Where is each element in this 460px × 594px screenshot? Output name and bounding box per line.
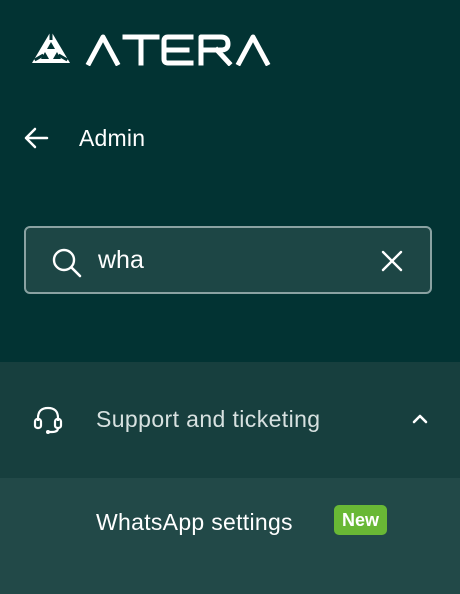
chevron-up-icon[interactable]: [410, 411, 430, 427]
new-badge: New: [334, 505, 388, 535]
search-icon: [52, 248, 82, 278]
section-title: Support and ticketing: [96, 406, 321, 432]
admin-sidebar: Admin Support and ticketing WhatsApp set…: [0, 0, 460, 594]
headset-icon: [33, 406, 63, 434]
search-input[interactable]: [98, 242, 368, 278]
back-to-admin-button[interactable]: Admin: [22, 118, 145, 158]
close-icon[interactable]: [381, 250, 403, 272]
arrow-left-icon: [22, 124, 50, 152]
menu-item-whatsapp-settings[interactable]: WhatsApp settings New: [0, 478, 460, 594]
search-box: [24, 226, 432, 294]
back-label: Admin: [79, 124, 146, 151]
atera-logo[interactable]: [31, 30, 283, 66]
menu-item-label: WhatsApp settings: [96, 509, 293, 535]
atera-triangle-icon: [32, 30, 271, 66]
section-support-and-ticketing[interactable]: Support and ticketing: [0, 362, 460, 478]
